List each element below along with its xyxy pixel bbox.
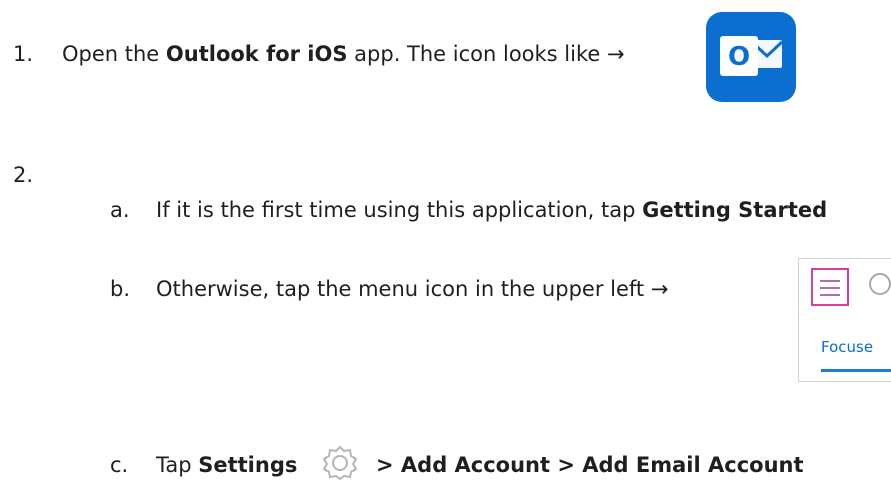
menu-screenshot: Focuse <box>798 258 891 382</box>
step-2c-add-email-account: > Add Account > Add Email Account <box>376 453 804 477</box>
step-2c-text-end: > Add Account > Add Email Account <box>376 452 804 478</box>
step-2-number: 2. <box>13 163 34 187</box>
step-2b-marker: b. <box>110 277 131 301</box>
step-2c-settings: Settings <box>198 453 298 477</box>
step-1-text-after: app. The icon looks like → <box>347 42 625 66</box>
focused-tab-label: Focuse <box>821 338 874 356</box>
hamburger-menu-icon <box>811 268 849 306</box>
step-2a-marker: a. <box>110 198 130 222</box>
gear-icon <box>315 444 365 481</box>
step-2a-text: If it is the first time using this appli… <box>156 197 827 223</box>
step-1-number: 1. <box>13 42 34 66</box>
step-2a-text-before: If it is the first time using this appli… <box>156 198 643 222</box>
step-2a-getting-started: Getting Started <box>642 198 828 222</box>
step-2c-text-start: Tap Settings <box>156 452 297 478</box>
step-1-text-before: Open the <box>62 42 166 66</box>
outlook-logo-icon: O <box>720 36 784 76</box>
outlook-icon-letter: O <box>728 42 750 72</box>
focused-tab-underline <box>821 369 891 372</box>
step-1-app-name: Outlook for iOS <box>165 42 348 66</box>
step-2c-marker: c. <box>110 453 129 477</box>
step-2b-text: Otherwise, tap the menu icon in the uppe… <box>156 277 669 301</box>
search-icon <box>869 273 891 295</box>
outlook-app-icon: O <box>706 12 796 102</box>
step-2c-text-before: Tap <box>156 453 199 477</box>
step-1-text: Open the Outlook for iOS app. The icon l… <box>62 41 625 67</box>
